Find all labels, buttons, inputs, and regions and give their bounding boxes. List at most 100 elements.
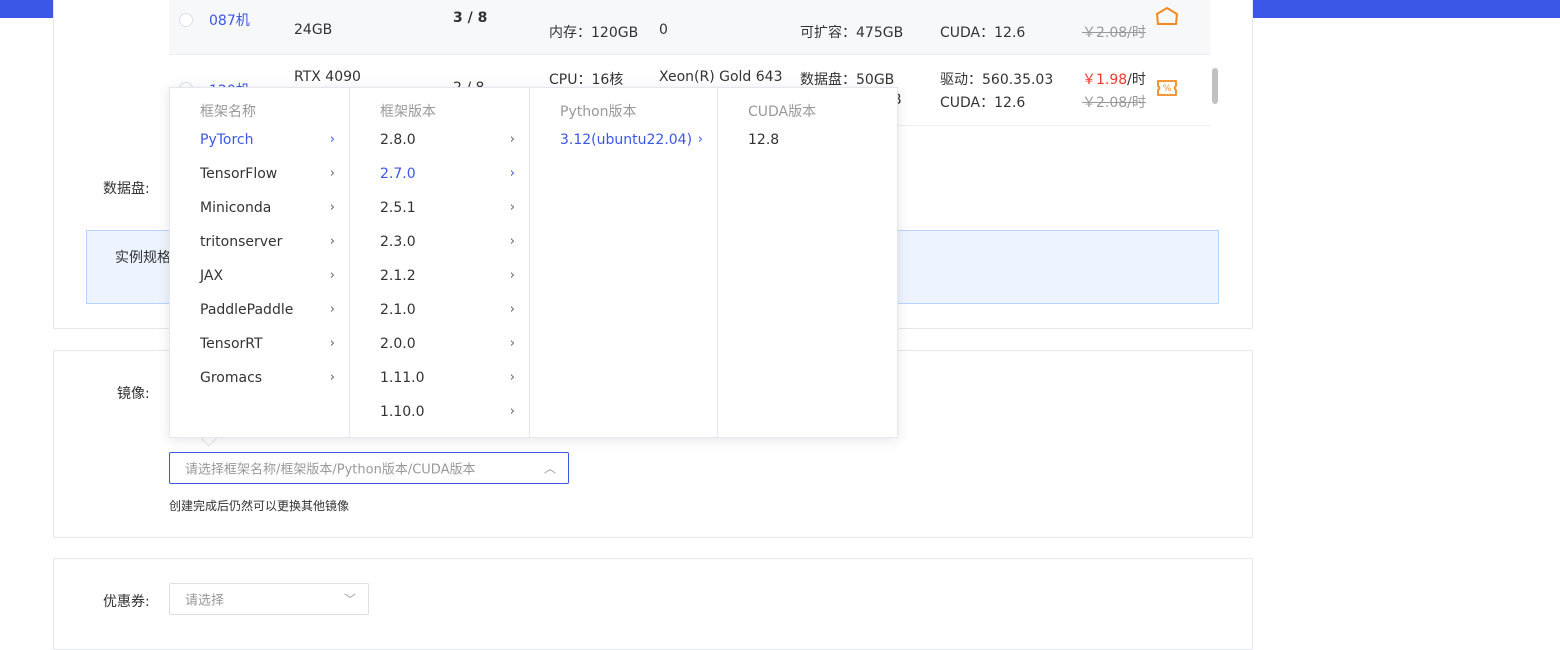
- cascader-option-label: 1.10.0: [380, 404, 425, 420]
- cascader-option[interactable]: 12.8: [718, 123, 897, 157]
- spec-label: 实例规格: [115, 250, 171, 266]
- table-row[interactable]: 087机 24GB 3 / 8 内存：120GB 0 可扩容：475GB CUD…: [169, 0, 1210, 55]
- chevron-right-icon: ›: [509, 132, 515, 147]
- cascader-option[interactable]: 2.3.0 ›: [350, 225, 529, 259]
- svg-text:%: %: [1163, 84, 1172, 94]
- cascader-option-label: Miniconda: [200, 200, 272, 216]
- cascader-option-label: Gromacs: [200, 370, 263, 386]
- chevron-right-icon: ›: [509, 234, 515, 249]
- image-hint: 创建完成后仍然可以更换其他镜像: [169, 499, 350, 513]
- chevron-right-icon: ›: [509, 302, 515, 317]
- chevron-right-icon: ›: [329, 200, 335, 215]
- cascader-option-label: 2.1.0: [380, 302, 416, 318]
- cascader-option[interactable]: Gromacs ›: [170, 361, 349, 395]
- disk-expand: 可扩容：475GB: [800, 25, 904, 41]
- python-column: Python版本 3.12(ubuntu22.04) ›: [530, 88, 718, 437]
- cascader-option[interactable]: 2.5.1 ›: [350, 191, 529, 225]
- cascader-option[interactable]: 1.11.0 ›: [350, 361, 529, 395]
- cascader-option-label: TensorRT: [200, 336, 263, 352]
- chevron-right-icon: ›: [329, 302, 335, 317]
- version-header: 框架版本: [380, 104, 436, 120]
- gpu-model: RTX 4090: [294, 69, 361, 85]
- cascader-option-label: 2.8.0: [380, 132, 416, 148]
- cuda-version: CUDA：12.6: [940, 25, 1026, 41]
- cascader-option-label: JAX: [200, 268, 224, 284]
- gpu-memory: 24GB: [294, 22, 333, 38]
- cascader-option-label: tritonserver: [200, 234, 283, 250]
- chevron-right-icon: ›: [509, 370, 515, 385]
- data-disk-label: 数据盘:: [103, 181, 150, 197]
- cascader-option-label: PaddlePaddle: [200, 302, 294, 318]
- coupon-label: 优惠券:: [103, 594, 150, 610]
- original-price: ￥2.08/时: [1082, 95, 1146, 111]
- python-header: Python版本: [560, 104, 637, 120]
- cascader-option-label: 2.0.0: [380, 336, 416, 352]
- cascader-option[interactable]: PaddlePaddle ›: [170, 293, 349, 327]
- cascader-option[interactable]: 2.0.0 ›: [350, 327, 529, 361]
- cascader-option[interactable]: tritonserver ›: [170, 225, 349, 259]
- original-price: ￥2.08/时: [1082, 25, 1146, 41]
- cascader-option[interactable]: 2.1.0 ›: [350, 293, 529, 327]
- image-select-placeholder: 请选择框架名称/框架版本/Python版本/CUDA版本: [185, 462, 476, 478]
- cuda-column: CUDA版本 12.8: [718, 88, 897, 437]
- chevron-right-icon: ›: [509, 166, 515, 181]
- price-unit: /时: [1127, 72, 1146, 88]
- cascader-option-label: 2.1.2: [380, 268, 416, 284]
- cascader-option-label: 2.7.0: [380, 166, 416, 182]
- chevron-right-icon: ›: [509, 404, 515, 419]
- cascader-option-label: PyTorch: [200, 132, 254, 148]
- proc-info: Xeon(R) Gold 643: [659, 69, 783, 85]
- chevron-right-icon: ›: [329, 234, 335, 249]
- version-column: 框架版本 2.8.0 › 2.7.0 › 2.5.1 › 2.3.0 › 2.1.2 › 2.1.0…: [350, 88, 530, 437]
- chevron-right-icon: ›: [509, 336, 515, 351]
- image-cascader-panel: 框架名称 PyTorch › TensorFlow › Miniconda › triton…: [169, 87, 898, 438]
- cascader-option-label: 2.5.1: [380, 200, 416, 216]
- chevron-right-icon: ›: [329, 268, 335, 283]
- chevron-right-icon: ›: [697, 132, 703, 147]
- table-scrollbar[interactable]: [1212, 68, 1218, 104]
- data-disk-info: 数据盘：50GB: [800, 72, 895, 88]
- price-line: ￥1.98/时: [1082, 69, 1146, 89]
- cascader-option[interactable]: TensorRT ›: [170, 327, 349, 361]
- cascader-option[interactable]: 2.1.2 ›: [350, 259, 529, 293]
- cascader-option[interactable]: JAX ›: [170, 259, 349, 293]
- chevron-down-icon: ﹀: [343, 592, 356, 607]
- cuda-header: CUDA版本: [748, 104, 817, 120]
- framework-column: 框架名称 PyTorch › TensorFlow › Miniconda › triton…: [170, 88, 350, 437]
- chevron-right-icon: ›: [329, 132, 335, 147]
- coupon-select-placeholder: 请选择: [185, 593, 225, 609]
- cascader-option[interactable]: 1.10.0 ›: [350, 395, 529, 429]
- framework-header: 框架名称: [200, 104, 256, 120]
- cuda-version: CUDA：12.6: [940, 95, 1026, 111]
- chevron-right-icon: ›: [329, 370, 335, 385]
- driver-version: 驱动：560.35.03: [940, 72, 1054, 88]
- cascader-option[interactable]: TensorFlow ›: [170, 157, 349, 191]
- current-price: ￥1.98: [1082, 72, 1128, 88]
- row-radio[interactable]: [179, 13, 193, 27]
- chevron-right-icon: ›: [329, 336, 335, 351]
- chevron-right-icon: ›: [509, 200, 515, 215]
- chevron-right-icon: ›: [329, 166, 335, 181]
- ram-info: 内存：120GB: [549, 25, 639, 41]
- image-label: 镜像:: [117, 386, 150, 402]
- cascader-option-label: 2.3.0: [380, 234, 416, 250]
- discount-badge-icon: [1155, 6, 1179, 25]
- cascader-option[interactable]: 2.8.0 ›: [350, 123, 529, 157]
- chevron-up-icon: ︿: [543, 461, 556, 476]
- gpu-count: 3 / 8: [453, 10, 488, 26]
- cpu-info: CPU：16核: [549, 72, 624, 88]
- host-link[interactable]: 087机: [209, 10, 250, 30]
- cascader-option-label: 3.12(ubuntu22.04): [560, 132, 693, 148]
- cascader-option-label: TensorFlow: [200, 166, 278, 182]
- proc-info: 0: [659, 22, 668, 38]
- chevron-right-icon: ›: [509, 268, 515, 283]
- image-select[interactable]: 请选择框架名称/框架版本/Python版本/CUDA版本 ︿: [169, 452, 569, 484]
- cascader-option[interactable]: Miniconda ›: [170, 191, 349, 225]
- cascader-option[interactable]: PyTorch ›: [170, 123, 349, 157]
- discount-badge-icon: %: [1157, 80, 1177, 96]
- cascader-option-label: 12.8: [748, 132, 780, 148]
- cascader-option[interactable]: 2.7.0 ›: [350, 157, 529, 191]
- cascader-option[interactable]: 3.12(ubuntu22.04) ›: [530, 123, 717, 157]
- cascader-option-label: 1.11.0: [380, 370, 425, 386]
- coupon-select[interactable]: 请选择 ﹀: [169, 583, 369, 615]
